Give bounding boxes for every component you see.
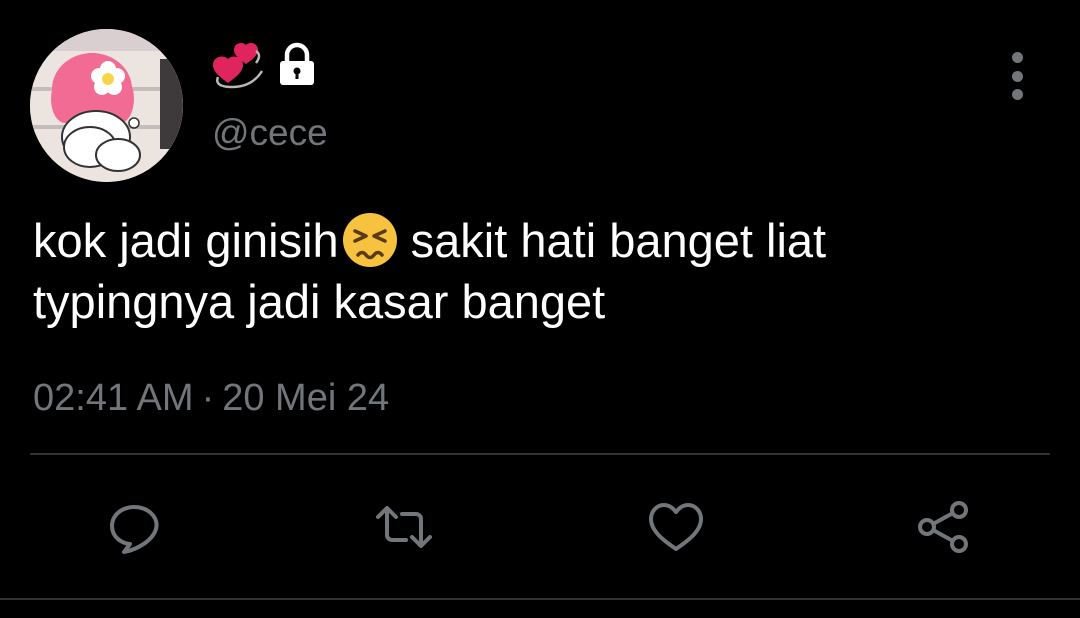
tweet: @cece kok jadi ginisih sakit hati banget … bbox=[0, 0, 1080, 618]
divider bbox=[30, 453, 1050, 455]
more-dot bbox=[1011, 70, 1023, 82]
more-dot bbox=[1011, 89, 1023, 100]
more-dot bbox=[1011, 52, 1023, 63]
tweet-text-part: sakit hati banget liat bbox=[410, 214, 827, 267]
share-icon bbox=[914, 497, 974, 557]
like-button[interactable] bbox=[646, 497, 706, 557]
lock-icon bbox=[274, 42, 320, 88]
tweet-time: 02:41 AM bbox=[33, 377, 194, 419]
persevering-face-emoji bbox=[341, 211, 399, 269]
retweet-button[interactable] bbox=[374, 497, 434, 557]
share-button[interactable] bbox=[914, 497, 974, 557]
avatar[interactable] bbox=[30, 29, 183, 182]
reply-icon bbox=[104, 497, 164, 557]
tweet-text-line-1: kok jadi ginisih sakit hati banget liat bbox=[33, 210, 1043, 271]
tweet-timestamp: 02:41 AM · 20 Mei 24 bbox=[33, 374, 389, 422]
more-options-icon[interactable] bbox=[1003, 52, 1031, 100]
user-handle[interactable]: @cece bbox=[212, 111, 328, 155]
retweet-icon bbox=[374, 497, 434, 557]
tweet-date: 20 Mei 24 bbox=[222, 377, 390, 419]
meta-separator: · bbox=[201, 377, 215, 419]
revolving-hearts-icon bbox=[212, 41, 264, 89]
reply-button[interactable] bbox=[104, 497, 164, 557]
like-icon bbox=[646, 497, 706, 557]
tweet-text-line-2: typingnya jadi kasar banget bbox=[33, 275, 606, 328]
tweet-text-part: kok jadi ginisih bbox=[33, 214, 339, 267]
bottom-divider bbox=[0, 598, 1080, 600]
tweet-text: kok jadi ginisih sakit hati banget liat t… bbox=[33, 210, 1043, 332]
display-name[interactable] bbox=[212, 40, 320, 90]
